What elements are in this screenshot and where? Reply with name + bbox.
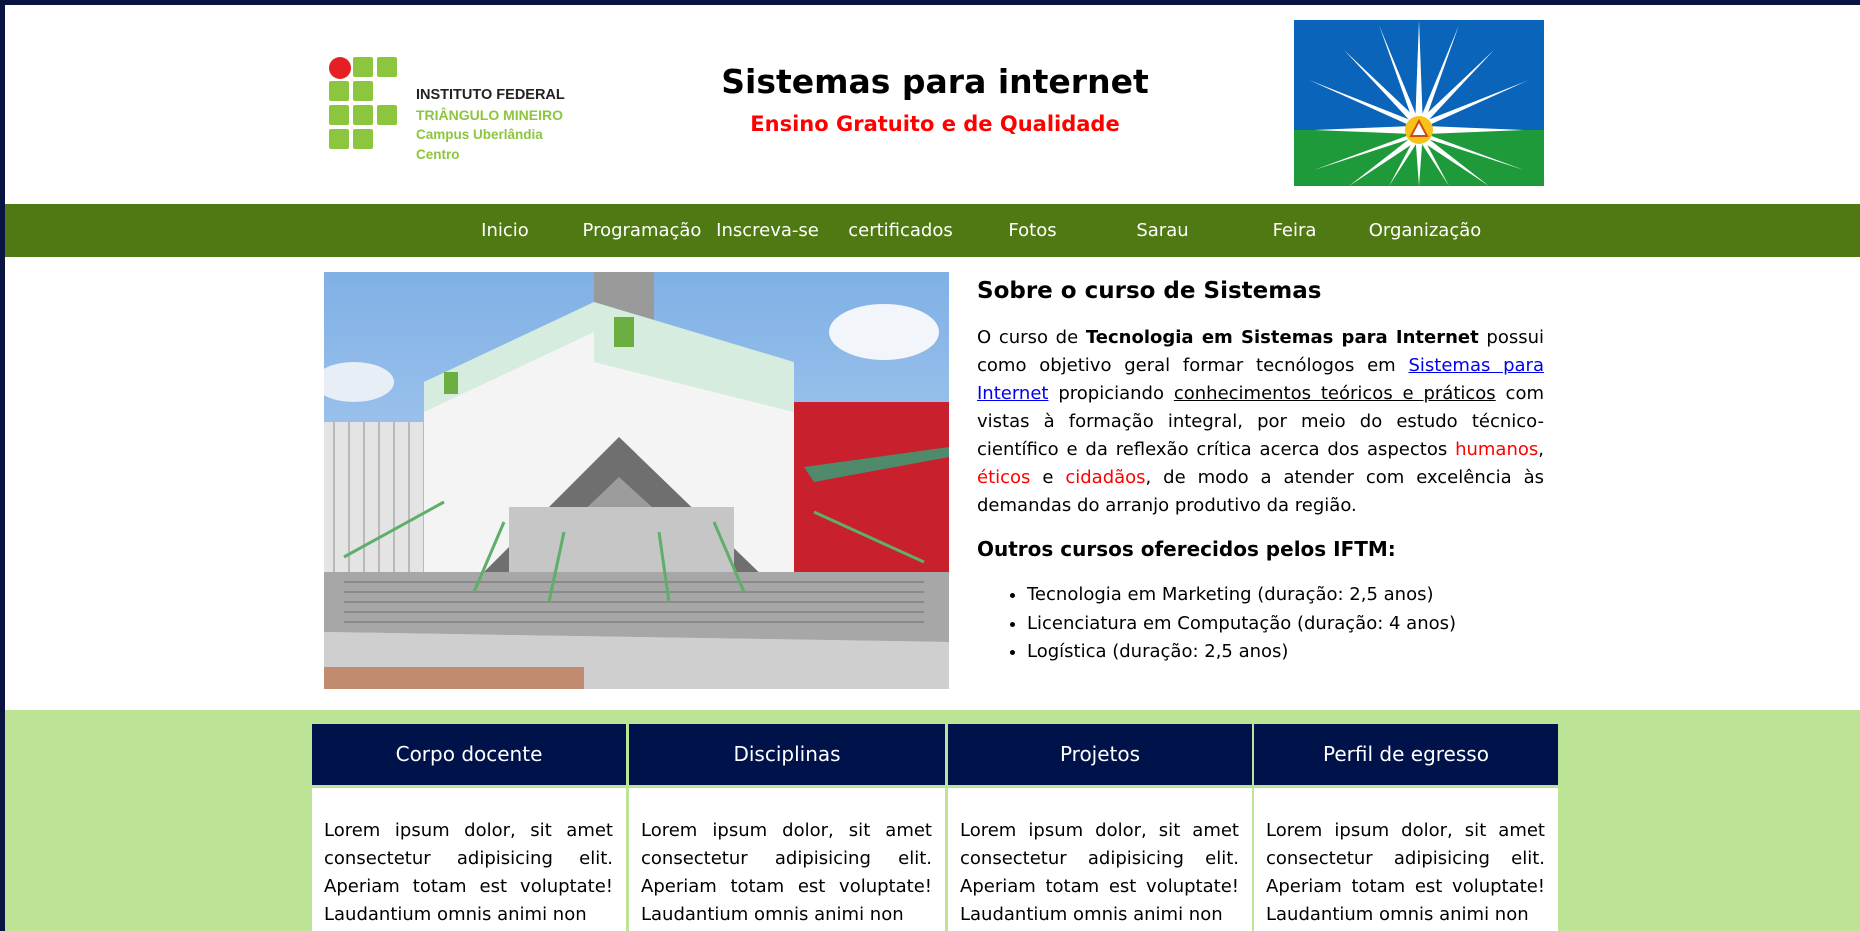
card-title[interactable]: Projetos — [948, 724, 1252, 785]
site-subtitle: Ensino Gratuito e de Qualidade — [750, 112, 1120, 136]
campus-building-photo — [324, 272, 949, 689]
logo-line-region: TRIÂNGULO MINEIRO — [416, 107, 563, 123]
other-courses-list: Tecnologia em Marketing (duração: 2,5 an… — [1006, 581, 1456, 667]
about-text-part: propiciando — [1048, 383, 1174, 404]
about-text-course-name: Tecnologia em Sistemas para Internet — [1085, 327, 1479, 348]
other-courses-heading: Outros cursos oferecidos pelos IFTM: — [977, 537, 1396, 561]
card-text: Lorem ipsum dolor, sit amet consectetur … — [641, 820, 932, 925]
uberlandia-flag-image — [1294, 20, 1544, 186]
card-corpo-docente: Corpo docente Lorem ipsum dolor, sit ame… — [312, 724, 626, 931]
iftm-logo-text: INSTITUTO FEDERAL TRIÂNGULO MINEIRO Camp… — [416, 85, 574, 165]
card-title[interactable]: Disciplinas — [629, 724, 945, 785]
card-title[interactable]: Corpo docente — [312, 724, 626, 785]
nav-item-sarau[interactable]: Sarau — [1125, 204, 1200, 257]
nav-item-inscreva-se[interactable]: Inscreva-se — [710, 204, 825, 257]
nav-item-inicio[interactable]: Inicio — [470, 204, 540, 257]
list-item: Logística (duração: 2,5 anos) — [1027, 638, 1456, 667]
logo-line-institute: INSTITUTO FEDERAL — [416, 87, 565, 103]
about-text-start: O curso de — [977, 327, 1086, 348]
card-projetos: Projetos Lorem ipsum dolor, sit amet con… — [948, 724, 1252, 931]
card-text: Lorem ipsum dolor, sit amet consectetur … — [960, 820, 1239, 925]
site-title: Sistemas para internet — [721, 62, 1149, 101]
nav-item-organizacao[interactable]: Organização — [1365, 204, 1485, 257]
main-navbar: Inicio Programação Inscreva-se certifica… — [5, 204, 1860, 257]
logo-line-campus: Campus Uberlândia Centro — [416, 127, 543, 162]
card-perfil-de-egresso: Perfil de egresso Lorem ipsum dolor, sit… — [1254, 724, 1558, 931]
card-disciplinas: Disciplinas Lorem ipsum dolor, sit amet … — [629, 724, 945, 931]
window-top-border — [0, 0, 1860, 5]
about-text-underlined: conhecimentos teóricos e práticos — [1173, 383, 1496, 404]
about-course-paragraph: O curso de Tecnologia em Sistemas para I… — [977, 324, 1544, 520]
about-text-separator: , — [1538, 439, 1544, 460]
about-text-separator: e — [1030, 467, 1066, 488]
about-text-cidadaos: cidadãos — [1065, 467, 1146, 488]
card-title[interactable]: Perfil de egresso — [1254, 724, 1558, 785]
nav-item-feira[interactable]: Feira — [1257, 204, 1332, 257]
iftm-logo-mark — [329, 57, 397, 149]
about-course-heading: Sobre o curso de Sistemas — [977, 278, 1322, 304]
card-text: Lorem ipsum dolor, sit amet consectetur … — [324, 820, 613, 925]
about-text-eticos: éticos — [977, 467, 1031, 488]
nav-item-programacao[interactable]: Programação — [577, 204, 707, 257]
nav-item-certificados[interactable]: certificados — [838, 204, 963, 257]
list-item: Licenciatura em Computação (duração: 4 a… — [1027, 610, 1456, 639]
iftm-logo[interactable]: INSTITUTO FEDERAL TRIÂNGULO MINEIRO Camp… — [329, 57, 574, 162]
card-text: Lorem ipsum dolor, sit amet consectetur … — [1266, 820, 1545, 925]
nav-item-fotos[interactable]: Fotos — [995, 204, 1070, 257]
about-text-humanos: humanos — [1455, 439, 1539, 460]
list-item: Tecnologia em Marketing (duração: 2,5 an… — [1027, 581, 1456, 610]
